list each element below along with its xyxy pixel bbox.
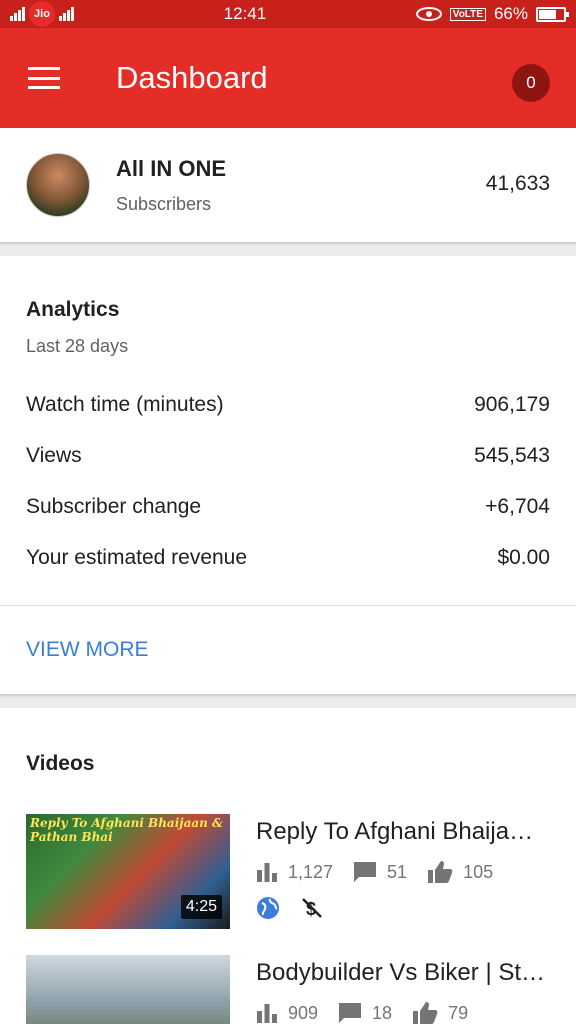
likes-stat: 79 — [412, 1001, 468, 1024]
status-right: VoLTE 66% — [415, 4, 569, 24]
analytics-row-revenue: Your estimated revenue $0.00 — [26, 532, 550, 583]
metric-label: Views — [26, 443, 82, 467]
video-thumbnail[interactable] — [26, 955, 230, 1024]
status-left: Jio — [10, 1, 74, 27]
likes-count: 105 — [463, 861, 494, 882]
comments-count: 18 — [372, 1002, 393, 1023]
signal-icon-2 — [59, 7, 74, 21]
thumbs-up-icon — [413, 1002, 438, 1024]
globe-icon — [257, 897, 279, 919]
views-count: 909 — [288, 1002, 319, 1023]
avatar — [26, 153, 90, 217]
no-monetization-icon: $ — [302, 898, 322, 919]
subscribers-label: Subscribers — [116, 193, 212, 214]
videos-title: Videos — [26, 752, 95, 775]
video-thumbnail[interactable]: Reply To Afghani Bhaijaan & Pathan Bhai … — [26, 814, 230, 929]
subscriber-count: 41,633 — [485, 172, 550, 195]
metric-value: 906,179 — [474, 392, 550, 416]
channel-info: All IN ONE Subscribers — [116, 156, 226, 215]
status-time: 12:41 — [223, 4, 267, 23]
analytics-row-subscriber-change: Subscriber change +6,704 — [26, 481, 550, 532]
channel-card[interactable]: All IN ONE Subscribers 41,633 — [0, 128, 576, 242]
views-count: 1,127 — [288, 861, 334, 882]
video-item[interactable]: Reply To Afghani Bhaijaan & Pathan Bhai … — [26, 814, 550, 929]
views-stat: 909 — [256, 1003, 318, 1024]
comments-count: 51 — [387, 861, 408, 882]
carrier-badge: Jio — [29, 1, 55, 27]
video-title[interactable]: Reply To Afghani Bhaija… — [256, 818, 550, 846]
analytics-rows: Watch time (minutes) 906,179 Views 545,543… — [0, 379, 576, 606]
signal-icon — [10, 7, 25, 21]
video-info: Bodybuilder Vs Biker | St… 909 18 79 — [256, 955, 550, 1024]
video-info: Reply To Afghani Bhaija… 1,127 51 105 $ — [256, 814, 550, 929]
video-flags: $ — [256, 896, 550, 920]
analytics-row-views: Views 545,543 — [26, 430, 550, 481]
metric-label: Watch time (minutes) — [26, 392, 224, 416]
analytics-card: Analytics Last 28 days Watch time (minut… — [0, 256, 576, 694]
metric-label: Your estimated revenue — [26, 545, 248, 569]
analytics-header: Analytics Last 28 days — [26, 256, 550, 357]
likes-stat: 105 — [427, 860, 493, 884]
views-stat: 1,127 — [256, 862, 333, 883]
videos-card: Videos Reply To Afghani Bhaijaan & Patha… — [0, 708, 576, 1024]
comments-stat: 18 — [338, 1002, 392, 1024]
battery-icon — [535, 6, 569, 22]
video-title[interactable]: Bodybuilder Vs Biker | St… — [256, 959, 550, 987]
comments-stat: 51 — [353, 861, 407, 883]
analytics-row-watch-time: Watch time (minutes) 906,179 — [26, 379, 550, 430]
comment-icon — [354, 862, 377, 882]
app-bar: Dashboard 0 — [0, 28, 576, 128]
analytics-period: Last 28 days — [26, 336, 129, 356]
channel-name: All IN ONE — [116, 155, 227, 181]
menu-icon[interactable] — [28, 67, 60, 89]
status-bar: Jio 12:41 VoLTE 66% — [0, 0, 576, 28]
bar-chart-icon — [257, 1004, 277, 1023]
video-stats: 1,127 51 105 — [256, 860, 550, 884]
notification-badge[interactable]: 0 — [512, 64, 550, 102]
page-title: Dashboard — [116, 60, 268, 95]
thumbnail-text: Reply To Afghani Bhaijaan & Pathan Bhai — [30, 816, 223, 844]
bar-chart-icon — [257, 863, 277, 882]
eye-icon — [415, 7, 442, 21]
video-stats: 909 18 79 — [256, 1001, 550, 1024]
battery-percent: 66% — [493, 4, 528, 23]
view-more-button[interactable]: VIEW MORE — [26, 606, 550, 694]
metric-value: +6,704 — [485, 494, 550, 518]
video-item[interactable]: Bodybuilder Vs Biker | St… 909 18 79 — [26, 955, 550, 1024]
video-duration: 4:25 — [180, 895, 222, 919]
volte-badge: VoLTE — [449, 7, 486, 21]
thumbs-up-icon — [428, 861, 453, 883]
metric-value: $0.00 — [497, 545, 550, 569]
likes-count: 79 — [448, 1002, 469, 1023]
metric-value: 545,543 — [474, 443, 550, 467]
analytics-title: Analytics — [26, 298, 120, 321]
comment-icon — [339, 1003, 362, 1023]
metric-label: Subscriber change — [26, 494, 202, 518]
